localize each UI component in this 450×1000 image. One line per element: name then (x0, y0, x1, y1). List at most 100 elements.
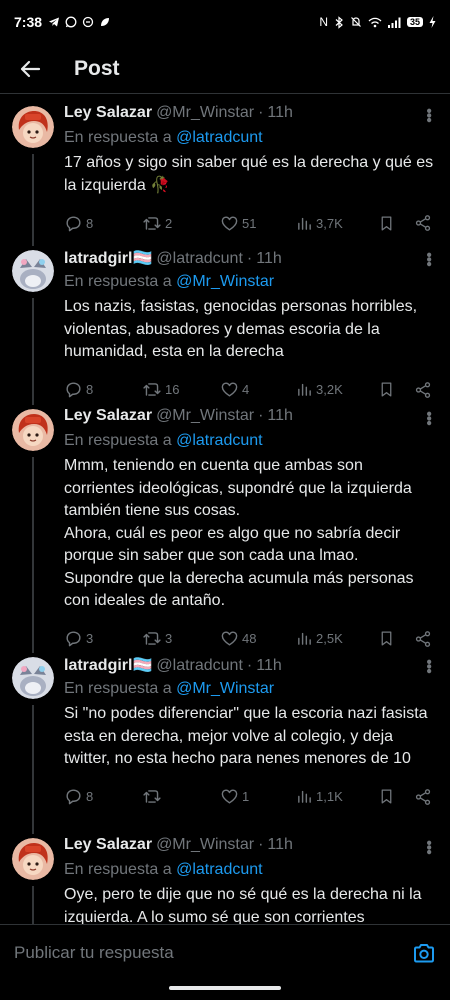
user-handle[interactable]: @Mr_Winstar (156, 836, 254, 854)
reply-mention[interactable]: @latradcunt (176, 861, 263, 878)
avatar-latradgirl-image (12, 657, 54, 699)
share-button[interactable] (414, 788, 432, 806)
reply-button[interactable]: 3 (64, 629, 142, 648)
display-name[interactable]: latradgirl🏳️‍⚧️ (64, 248, 152, 268)
views-icon (298, 383, 311, 396)
display-name[interactable]: Ley Salazar (64, 104, 152, 122)
tweet-actions: 8 1 1,1K (64, 777, 436, 817)
reply-input[interactable]: Publicar tu respuesta (14, 943, 412, 963)
home-indicator[interactable] (169, 986, 281, 990)
more-options-icon[interactable]: ••• (420, 411, 437, 425)
reply-mention[interactable]: @latradcunt (176, 432, 263, 449)
retweet-button[interactable]: 3 (142, 629, 220, 648)
reply-composer[interactable]: Publicar tu respuesta (0, 924, 450, 980)
share-button[interactable] (414, 214, 432, 232)
camera-icon[interactable] (412, 941, 436, 965)
reply-count: 3 (86, 631, 94, 646)
reply-icon (66, 789, 81, 805)
views-button[interactable]: 3,2K (296, 381, 378, 398)
bookmark-button[interactable] (378, 629, 414, 648)
thread-connector (32, 298, 34, 399)
reply-button[interactable]: 8 (64, 214, 142, 233)
reply-mention[interactable]: @Mr_Winstar (176, 273, 274, 290)
reply-button[interactable]: 8 (64, 380, 142, 399)
more-options-icon[interactable]: ••• (420, 108, 437, 122)
tweet[interactable]: Ley Salazar @Mr_Winstar · 11h ••• En res… (0, 399, 450, 647)
view-count: 3,2K (316, 382, 343, 397)
user-handle[interactable]: @latradcunt (156, 657, 243, 675)
more-options-icon[interactable]: ••• (420, 659, 437, 673)
bookmark-button[interactable] (378, 214, 414, 233)
tweet-header: latradgirl🏳️‍⚧️ @latradcunt · 11h (64, 655, 436, 677)
reply-context: En respuesta a @Mr_Winstar (64, 677, 436, 701)
bookmark-icon (381, 382, 392, 397)
tweet[interactable]: Ley Salazar @Mr_Winstar · 11h ••• En res… (0, 96, 450, 240)
tweet[interactable]: latradgirl🏳️‍⚧️ @latradcunt · 11h ••• En… (0, 647, 450, 828)
back-button[interactable] (0, 44, 60, 94)
views-button[interactable]: 1,1K (296, 788, 378, 805)
share-button[interactable] (414, 630, 432, 648)
more-options-icon[interactable]: ••• (420, 840, 437, 854)
retweet-count: 16 (165, 382, 180, 397)
more-options-icon[interactable]: ••• (420, 252, 437, 266)
reply-prefix: En respuesta a (64, 432, 172, 449)
reply-count: 8 (86, 215, 94, 231)
reply-prefix: En respuesta a (64, 680, 172, 697)
tweet[interactable]: Ley Salazar @Mr_Winstar · 11h ••• En res… (0, 828, 450, 924)
like-button[interactable]: 48 (220, 629, 296, 648)
top-app-bar: Post (0, 44, 450, 94)
like-button[interactable]: 51 (220, 214, 296, 233)
retweet-button[interactable]: 16 (142, 380, 220, 399)
user-handle[interactable]: @Mr_Winstar (156, 407, 254, 425)
thread-connector (32, 154, 34, 240)
like-count: 4 (242, 382, 250, 397)
views-button[interactable]: 2,5K (296, 630, 378, 647)
leaf-icon (101, 18, 110, 26)
conversation-thread[interactable]: Ley Salazar @Mr_Winstar · 11h ••• En res… (0, 96, 450, 924)
reply-prefix: En respuesta a (64, 129, 172, 146)
page-title: Post (74, 56, 120, 80)
avatar[interactable] (12, 838, 54, 880)
user-handle[interactable]: @Mr_Winstar (156, 104, 254, 122)
tweet[interactable]: latradgirl🏳️‍⚧️ @latradcunt · 11h ••• En… (0, 240, 450, 399)
display-name[interactable]: latradgirl🏳️‍⚧️ (64, 655, 152, 675)
retweet-icon (143, 790, 161, 803)
avatar[interactable] (12, 657, 54, 699)
signal-icon (387, 17, 401, 28)
tweet-time[interactable]: 11h (267, 836, 293, 854)
reply-button[interactable]: 8 (64, 787, 142, 806)
reply-count: 8 (86, 789, 94, 804)
tweet-time[interactable]: 11h (256, 250, 282, 268)
bookmark-icon (381, 789, 392, 804)
view-count: 3,7K (316, 215, 343, 231)
bookmark-button[interactable] (378, 380, 414, 399)
like-button[interactable]: 4 (220, 380, 296, 399)
reply-mention[interactable]: @Mr_Winstar (176, 680, 274, 697)
like-button[interactable]: 1 (220, 787, 296, 806)
tweet-time[interactable]: 11h (256, 657, 282, 675)
bookmark-icon (381, 215, 392, 231)
display-name[interactable]: Ley Salazar (64, 836, 152, 854)
user-handle[interactable]: @latradcunt (156, 250, 243, 268)
tweet-text: Mmm, teniendo en cuenta que ambas son co… (64, 457, 414, 609)
tweet-time[interactable]: 11h (267, 407, 293, 425)
share-button[interactable] (414, 381, 432, 399)
avatar[interactable] (12, 409, 54, 451)
bluetooth-icon (335, 15, 343, 29)
bookmark-button[interactable] (378, 787, 414, 806)
retweet-button[interactable] (142, 787, 220, 806)
tweet-time[interactable]: 11h (267, 104, 293, 122)
like-count: 1 (242, 789, 250, 804)
tweet-text: Si "no podes diferenciar" que la escoria… (64, 705, 428, 767)
avatar[interactable] (12, 106, 54, 148)
telegram-icon (49, 17, 60, 27)
separator-dot: · (246, 657, 253, 674)
share-icon (415, 381, 431, 398)
avatar[interactable] (12, 250, 54, 292)
retweet-button[interactable]: 2 (142, 214, 220, 233)
tweet-header: Ley Salazar @Mr_Winstar · 11h (64, 407, 436, 429)
display-name[interactable]: Ley Salazar (64, 407, 152, 425)
views-button[interactable]: 3,7K (296, 215, 378, 232)
battery-icon: 35 (406, 17, 423, 27)
reply-mention[interactable]: @latradcunt (176, 129, 263, 146)
